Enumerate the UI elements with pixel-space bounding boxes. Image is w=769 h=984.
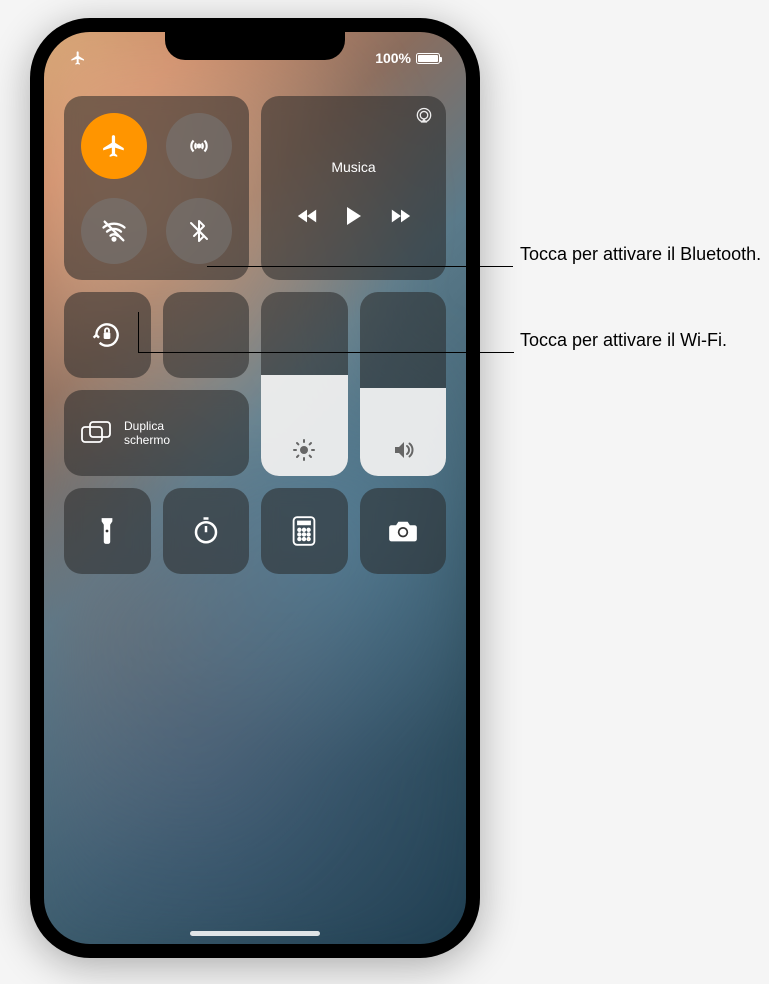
airplay-icon[interactable] xyxy=(414,106,434,126)
next-track-button[interactable] xyxy=(390,207,412,225)
battery-percent-text: 100% xyxy=(375,50,411,66)
phone-frame: 100% xyxy=(30,18,480,958)
brightness-slider[interactable] xyxy=(261,292,348,476)
home-indicator[interactable] xyxy=(190,931,320,936)
screen: 100% xyxy=(44,32,466,944)
callout-bluetooth: Tocca per attivare il Bluetooth. xyxy=(520,242,761,266)
airplane-status-icon xyxy=(70,50,86,66)
callout-line-wifi xyxy=(138,352,514,353)
control-center: Musica xyxy=(64,96,446,574)
airplane-mode-toggle[interactable] xyxy=(81,113,147,179)
flashlight-button[interactable] xyxy=(64,488,151,574)
wifi-toggle[interactable] xyxy=(81,198,147,264)
callout-line-wifi-vert xyxy=(138,312,139,352)
music-title: Musica xyxy=(331,159,375,175)
previous-track-button[interactable] xyxy=(296,207,318,225)
bluetooth-toggle[interactable] xyxy=(166,198,232,264)
screen-mirroring-label: Duplica schermo xyxy=(124,419,170,448)
music-module[interactable]: Musica xyxy=(261,96,446,280)
notch xyxy=(165,32,345,60)
cellular-data-toggle[interactable] xyxy=(166,113,232,179)
volume-slider[interactable] xyxy=(360,292,447,476)
do-not-disturb-toggle[interactable] xyxy=(163,292,250,378)
screen-mirroring-icon xyxy=(80,420,112,446)
play-button[interactable] xyxy=(344,205,364,227)
camera-button[interactable] xyxy=(360,488,447,574)
battery-icon xyxy=(416,53,440,64)
volume-icon xyxy=(391,438,415,462)
callout-wifi: Tocca per attivare il Wi-Fi. xyxy=(520,328,727,352)
brightness-icon xyxy=(292,438,316,462)
screen-mirroring-button[interactable]: Duplica schermo xyxy=(64,390,249,476)
volume-fill xyxy=(360,388,447,476)
callout-line-bluetooth xyxy=(207,266,513,267)
media-controls xyxy=(296,205,412,227)
timer-button[interactable] xyxy=(163,488,250,574)
connectivity-module[interactable] xyxy=(64,96,249,280)
calculator-button[interactable] xyxy=(261,488,348,574)
